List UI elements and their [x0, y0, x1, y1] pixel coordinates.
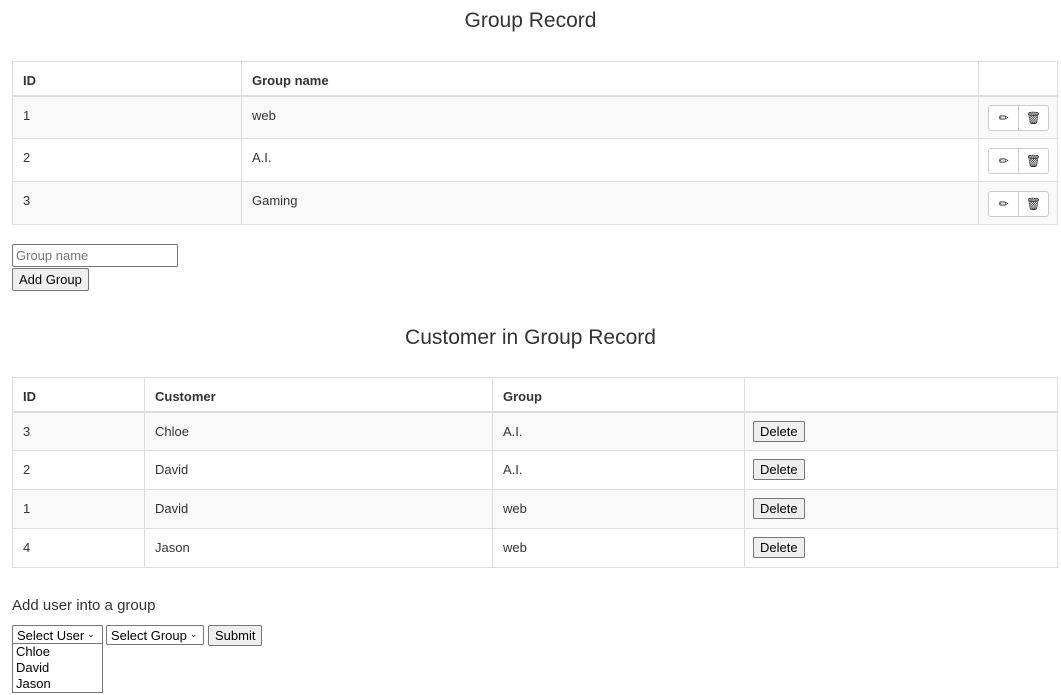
table-row: 1 web ✏ 🗑 [12, 95, 1058, 139]
delete-button[interactable]: Delete [753, 498, 805, 519]
actions-cell: ✏ 🗑 [978, 138, 1058, 182]
chevron-down-icon: ⌄ [87, 630, 95, 640]
column-header-id: ID [12, 61, 242, 97]
select-group-dropdown[interactable]: Select Group ⌄ [106, 625, 204, 645]
trash-icon[interactable]: 🗑 [1018, 106, 1048, 131]
group-name-input[interactable] [12, 244, 178, 267]
actions-cell: ✏ 🗑 [978, 95, 1058, 139]
delete-button[interactable]: Delete [753, 459, 805, 480]
column-header-actions [978, 61, 1058, 97]
group-record-title: Group Record [464, 9, 597, 32]
group-cell: A.I. [492, 411, 745, 451]
group-name-cell: A.I. [241, 138, 979, 182]
actions-cell: Delete [744, 411, 1058, 451]
actions-cell: ✏ 🗑 [978, 181, 1058, 225]
actions-cell: Delete [744, 450, 1058, 490]
user-options-list: Chloe David Jason [12, 643, 103, 693]
customer-cell: David [144, 489, 493, 529]
actions-cell: Delete [744, 489, 1058, 529]
customer-cell: Jason [144, 528, 493, 568]
select-group-value: Select Group [111, 627, 187, 643]
table-row: 1 David web Delete [12, 489, 1058, 529]
column-header-actions [744, 377, 1058, 413]
delete-button[interactable]: Delete [753, 537, 805, 558]
group-table: ID Group name 1 web ✏ 🗑 2 A.I. ✏ 🗑 3 Gam… [12, 61, 1058, 225]
column-header-customer: Customer [144, 377, 493, 413]
group-cell: A.I. [492, 450, 745, 490]
user-option[interactable]: David [13, 660, 102, 676]
add-group-button[interactable]: Add Group [12, 268, 89, 291]
record-id-cell: 2 [12, 450, 145, 490]
add-user-heading: Add user into a group [12, 597, 156, 614]
group-id-cell: 2 [12, 138, 242, 182]
group-name-cell: web [241, 95, 979, 139]
customer-in-group-title: Customer in Group Record [405, 326, 656, 349]
actions-cell: Delete [744, 528, 1058, 568]
select-user-dropdown[interactable]: Select User ⌄ [12, 625, 103, 645]
customer-cell: David [144, 450, 493, 490]
trash-icon[interactable]: 🗑 [1018, 149, 1048, 173]
record-id-cell: 3 [12, 411, 145, 451]
record-id-cell: 1 [12, 489, 145, 529]
column-header-id: ID [12, 377, 145, 413]
trash-icon[interactable]: 🗑 [1018, 192, 1048, 216]
table-row: 3 Gaming ✏ 🗑 [12, 181, 1058, 225]
group-id-cell: 1 [12, 95, 242, 139]
edit-icon[interactable]: ✏ [989, 149, 1018, 173]
select-user-value: Select User [17, 627, 85, 643]
column-header-group: Group [492, 377, 745, 413]
chevron-down-icon: ⌄ [189, 630, 198, 640]
group-id-cell: 3 [12, 181, 242, 225]
edit-icon[interactable]: ✏ [989, 106, 1018, 130]
record-id-cell: 4 [12, 528, 145, 568]
action-button-group: ✏ 🗑 [988, 148, 1049, 174]
table-header-row: ID Customer Group [12, 377, 1058, 413]
table-row: 3 Chloe A.I. Delete [12, 411, 1058, 451]
user-option[interactable]: Chloe [13, 644, 102, 660]
action-button-group: ✏ 🗑 [988, 191, 1049, 217]
action-button-group: ✏ 🗑 [988, 105, 1049, 132]
customer-cell: Chloe [144, 411, 493, 451]
table-row: 4 Jason web Delete [12, 528, 1058, 568]
group-name-cell: Gaming [241, 181, 979, 225]
user-option[interactable]: Jason [13, 676, 102, 692]
customer-group-table: ID Customer Group 3 Chloe A.I. Delete 2 … [12, 377, 1058, 568]
group-cell: web [492, 528, 745, 568]
table-header-row: ID Group name [12, 61, 1058, 97]
group-cell: web [492, 489, 745, 529]
submit-button[interactable]: Submit [208, 625, 263, 646]
delete-button[interactable]: Delete [753, 420, 805, 442]
table-row: 2 A.I. ✏ 🗑 [12, 138, 1058, 182]
column-header-group-name: Group name [241, 61, 979, 97]
edit-icon[interactable]: ✏ [989, 192, 1018, 216]
table-row: 2 David A.I. Delete [12, 450, 1058, 490]
